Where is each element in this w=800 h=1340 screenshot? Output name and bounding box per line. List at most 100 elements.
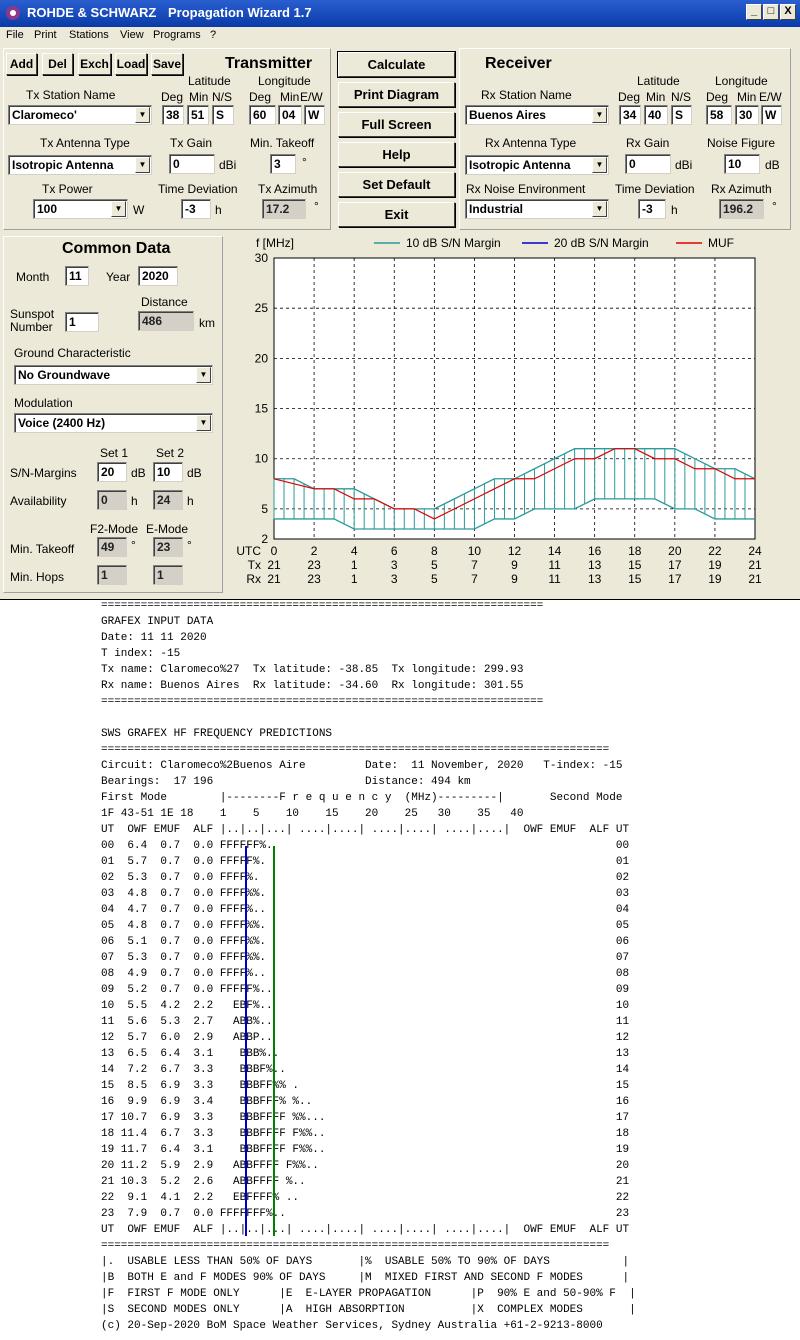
x-tick-label: 4 — [351, 544, 358, 558]
tx-lon-min-input[interactable]: 04 — [278, 105, 302, 125]
help-button[interactable]: Help — [338, 142, 455, 167]
rx-lon-deg-label: Deg — [706, 90, 729, 104]
add-button[interactable]: Add — [6, 53, 37, 75]
rx-lat-min-input[interactable]: 40 — [644, 105, 668, 125]
tx-gain-label: Tx Gain — [170, 136, 213, 150]
rx-lat-deg-input[interactable]: 34 — [619, 105, 641, 125]
minimize-button[interactable]: _ — [746, 4, 762, 20]
sn2-unit: dB — [187, 466, 202, 480]
x-tick-label: 16 — [588, 544, 602, 558]
maximize-button[interactable]: □ — [763, 4, 779, 20]
distance-value: 486 — [138, 311, 194, 331]
hops-e-value: 1 — [153, 565, 183, 585]
x-tick-label: 2 — [311, 544, 318, 558]
rx-antenna-select[interactable]: Isotropic Antenna ▼ — [465, 155, 609, 175]
chevron-down-icon: ▼ — [135, 107, 150, 123]
tx-gain-input[interactable]: 0 — [169, 154, 215, 174]
legend-label: 10 dB S/N Margin — [406, 236, 501, 250]
rx-lon-deg-input[interactable]: 58 — [706, 105, 732, 125]
x-tick-label: 14 — [548, 544, 562, 558]
year-label: Year — [106, 270, 131, 284]
print-diagram-button[interactable]: Print Diagram — [338, 82, 455, 107]
load-button[interactable]: Load — [115, 53, 147, 75]
menu-programs[interactable]: Programs — [153, 29, 201, 41]
sunspot-input[interactable]: 1 — [65, 312, 99, 332]
takeoff-e-value: 23 — [153, 537, 183, 557]
tx-lat-deg-input[interactable]: 38 — [162, 105, 184, 125]
menu-file[interactable]: File — [6, 29, 24, 41]
exchange-button[interactable]: Exch — [78, 53, 111, 75]
tx-azimuth-label: Tx Azimuth — [258, 182, 318, 196]
legend-label: 20 dB S/N Margin — [554, 236, 649, 250]
tx-antenna-select[interactable]: Isotropic Antenna ▼ — [8, 155, 152, 175]
x-tick-label: 18 — [628, 544, 642, 558]
tx-hour-label: 7 — [471, 558, 478, 572]
menu-print[interactable]: Print — [34, 29, 57, 41]
delete-button[interactable]: Del — [42, 53, 73, 75]
report-row: 14 7.2 6.7 3.3 BBBF%.. 14 — [101, 1064, 630, 1076]
tx-power-select[interactable]: 100 ▼ — [33, 199, 128, 219]
save-button[interactable]: Save — [151, 53, 183, 75]
menu-view[interactable]: View — [120, 29, 144, 41]
rx-lat-ns-input[interactable]: S — [671, 105, 692, 125]
tx-hour-label: 17 — [668, 558, 682, 572]
tx-power-label: Tx Power — [42, 182, 93, 196]
report-row: 23 7.9 0.7 0.0 FFFFFFF%.. 23 — [101, 1208, 630, 1220]
tx-lat-ns-input[interactable]: S — [212, 105, 234, 125]
tx-antenna-value: Isotropic Antenna — [12, 158, 114, 172]
rx-noise-figure-input[interactable]: 10 — [724, 154, 760, 174]
report-row: 18 11.4 6.7 3.3 BBBFFFF F%%.. 18 — [101, 1128, 630, 1140]
close-button[interactable]: X — [780, 4, 796, 20]
menu-stations[interactable]: Stations — [69, 29, 109, 41]
month-input[interactable]: 11 — [65, 266, 89, 286]
rx-station-select[interactable]: Buenos Aires ▼ — [465, 105, 609, 125]
report-column-header: UT OWF EMUF ALF |..|..|...| ....|....| .… — [101, 824, 630, 836]
set2-label: Set 2 — [156, 446, 185, 460]
report-separator-2: ========================================… — [101, 696, 544, 708]
rx-timedev-input[interactable]: -3 — [638, 199, 666, 219]
modulation-value: Voice (2400 Hz) — [18, 416, 106, 430]
full-screen-button[interactable]: Full Screen — [338, 112, 455, 137]
tx-lat-min-input[interactable]: 51 — [187, 105, 209, 125]
sn-margin-set1-input[interactable]: 20 — [97, 462, 127, 482]
report-circuit: Circuit: Claromeco%2Buenos Aire Date: 11… — [101, 760, 623, 772]
rx-noise-env-select[interactable]: Industrial ▼ — [465, 199, 609, 219]
rx-hour-label: 5 — [431, 572, 438, 586]
title-bar: ROHDE & SCHWARZ Propagation Wizard 1.7 _… — [0, 0, 800, 27]
x-tick-label: 6 — [391, 544, 398, 558]
takeoff-f2-unit: ° — [131, 538, 136, 552]
y-tick-label: 10 — [255, 452, 269, 466]
tx-hour-label: 13 — [588, 558, 602, 572]
rx-lon-ew-input[interactable]: W — [761, 105, 782, 125]
tx-lon-deg-input[interactable]: 60 — [249, 105, 276, 125]
y-tick-label: 25 — [255, 301, 269, 315]
sn-margin-set2-input[interactable]: 10 — [153, 462, 183, 482]
tx-hour-label: 15 — [628, 558, 642, 572]
report-row: 06 5.1 0.7 0.0 FFFF%%. 06 — [101, 936, 630, 948]
rx-lon-min-input[interactable]: 30 — [735, 105, 759, 125]
calculate-button[interactable]: Calculate — [337, 51, 456, 78]
tx-hour-label: 21 — [267, 558, 281, 572]
set-default-button[interactable]: Set Default — [338, 172, 455, 197]
y-tick-label: 15 — [255, 402, 269, 416]
rx-noise-env-label: Rx Noise Environment — [466, 182, 586, 196]
tx-lon-ew-input[interactable]: W — [304, 105, 325, 125]
rx-antenna-label: Rx Antenna Type — [485, 136, 577, 150]
receiver-heading: Receiver — [485, 55, 552, 72]
rx-azimuth-label: Rx Azimuth — [711, 182, 772, 196]
tx-takeoff-input[interactable]: 3 — [270, 154, 296, 174]
exit-button[interactable]: Exit — [338, 202, 455, 227]
report-row: 15 8.5 6.9 3.3 BBBFF%% . 15 — [101, 1080, 630, 1092]
rx-gain-input[interactable]: 0 — [625, 154, 671, 174]
report-separator-3: ========================================… — [101, 744, 610, 756]
menu-help[interactable]: ? — [210, 29, 216, 41]
f2-mode-label: F2-Mode — [90, 522, 139, 536]
rx-hour-label: 13 — [588, 572, 602, 586]
year-input[interactable]: 2020 — [138, 266, 178, 286]
availability-set1-value: 0 — [97, 490, 127, 510]
tx-timedev-input[interactable]: -3 — [181, 199, 211, 219]
ground-select[interactable]: No Groundwave ▼ — [14, 365, 213, 385]
modulation-select[interactable]: Voice (2400 Hz) ▼ — [14, 413, 213, 433]
rx-noise-figure-label: Noise Figure — [707, 136, 776, 150]
tx-station-select[interactable]: Claromeco' ▼ — [8, 105, 152, 125]
